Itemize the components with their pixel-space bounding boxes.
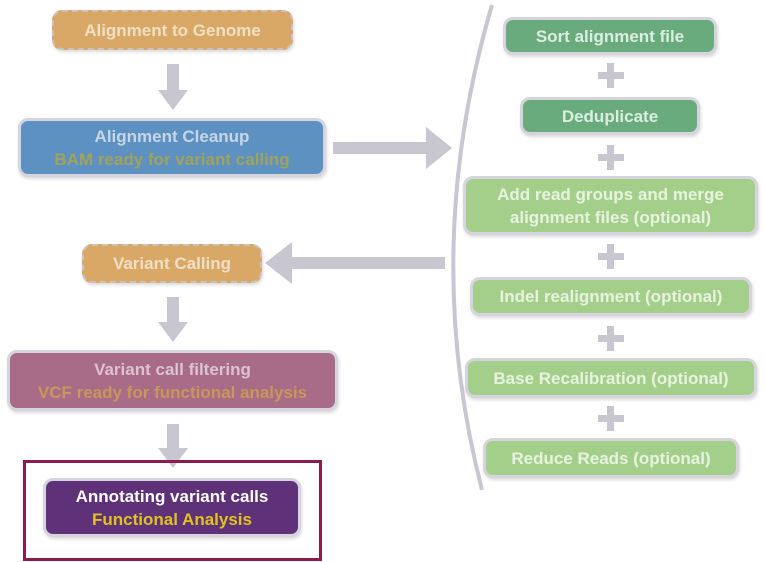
step-title: Deduplicate	[561, 106, 659, 126]
step-title: Base Recalibration (optional)	[493, 368, 729, 388]
step-subtitle: BAM ready for variant calling	[54, 149, 290, 169]
bracket-curve	[451, 4, 494, 491]
arrow-right	[333, 127, 452, 169]
step-subtitle: VCF ready for functional analysis	[37, 382, 308, 402]
step-subtitle: Functional Analysis	[92, 509, 252, 529]
step-variant-calling: Variant Calling	[82, 244, 262, 283]
step-title: Sort alignment file	[535, 26, 685, 46]
cleanup-step-reduce-reads: Reduce Reads (optional)	[483, 438, 739, 478]
step-title: Variant Calling	[112, 254, 232, 273]
arrow-down-1	[158, 64, 188, 110]
step-title: Annotating variant calls	[75, 486, 269, 506]
step-title: Variant call filtering	[94, 359, 251, 379]
step-title: Reduce Reads (optional)	[511, 448, 711, 468]
cleanup-step-deduplicate: Deduplicate	[520, 97, 700, 135]
step-alignment-cleanup: Alignment Cleanup BAM ready for variant …	[18, 118, 326, 177]
cleanup-step-sort: Sort alignment file	[503, 17, 717, 55]
step-annotating-variant-calls: Annotating variant calls Functional Anal…	[43, 478, 301, 537]
step-title: Alignment to Genome	[84, 20, 261, 40]
arrow-down-2	[158, 297, 188, 342]
step-title: Add read groups and merge alignment file…	[497, 184, 724, 227]
step-alignment-to-genome: Alignment to Genome	[52, 10, 293, 50]
step-variant-call-filtering: Variant call filtering VCF ready for fun…	[7, 350, 338, 411]
cleanup-step-base-recalibration: Base Recalibration (optional)	[465, 358, 757, 398]
arrow-left	[265, 242, 445, 284]
step-title: Indel realignment (optional)	[499, 287, 723, 306]
pipeline-diagram: Alignment to Genome Alignment Cleanup BA…	[0, 0, 765, 562]
cleanup-step-indel-realignment: Indel realignment (optional)	[470, 277, 752, 316]
cleanup-step-read-groups: Add read groups and merge alignment file…	[463, 176, 758, 235]
step-title: Alignment Cleanup	[94, 126, 250, 146]
